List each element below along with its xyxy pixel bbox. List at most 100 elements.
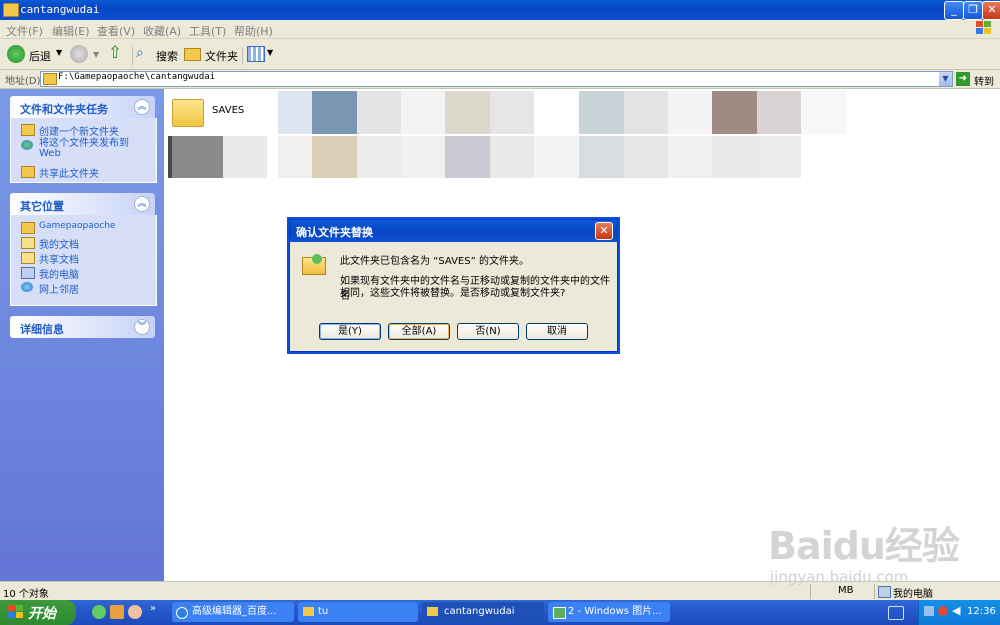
place-label: Gamepaopaoche (39, 221, 116, 231)
create-folder-link[interactable]: 创建一个新文件夹 (21, 123, 151, 138)
file-thumbnail[interactable] (445, 91, 490, 134)
folders-button[interactable]: 文件夹 (184, 43, 240, 65)
file-thumbnail[interactable] (579, 91, 624, 134)
menu-file[interactable]: 文件(F) (6, 23, 43, 39)
menu-favorites[interactable]: 收藏(A) (143, 23, 181, 39)
place-network[interactable]: 网上邻居 (21, 281, 151, 296)
file-thumbnail[interactable] (757, 91, 801, 134)
search-label: 搜索 (156, 50, 178, 63)
forward-button[interactable] (70, 45, 88, 63)
tasks-panel-header[interactable]: 文件和文件夹任务 ︽ (10, 96, 155, 118)
file-thumbnail[interactable] (168, 136, 227, 178)
details-panel-header[interactable]: 详细信息 ︾ (10, 316, 155, 338)
system-tray: ◀ 12:36 (918, 600, 1000, 625)
file-thumbnail[interactable] (223, 136, 267, 178)
share-folder-link[interactable]: 共享此文件夹 (21, 165, 151, 180)
collapse-chevron-icon[interactable]: ︽ (134, 99, 150, 115)
file-thumbnail[interactable] (445, 136, 490, 178)
dialog-title-bar[interactable]: 确认文件夹替换 ✕ (290, 220, 617, 242)
folder-icon (172, 99, 204, 127)
security-icon[interactable] (938, 606, 948, 616)
publish-web-label: 将这个文件夹发布到Web (39, 138, 129, 159)
file-thumbnail[interactable] (624, 91, 668, 134)
back-button[interactable]: 后退 ▼ (4, 43, 66, 65)
file-thumbnail[interactable] (757, 136, 801, 178)
views-button[interactable]: ▼ (247, 45, 273, 63)
quicklaunch-icon[interactable] (110, 605, 124, 619)
file-thumbnail[interactable] (624, 136, 668, 178)
quicklaunch-expand-icon[interactable]: » (150, 603, 156, 614)
saves-folder-item[interactable]: SAVES (168, 93, 268, 133)
address-input[interactable]: F:\Gamepaopaoche\cantangwudai ▼ (40, 71, 953, 87)
dialog-close-button[interactable]: ✕ (595, 222, 613, 240)
close-button[interactable]: ✕ (982, 1, 1000, 20)
file-thumbnail[interactable] (668, 91, 712, 134)
quicklaunch-icon[interactable] (92, 605, 106, 619)
menu-bar: 文件(F) 编辑(E) 查看(V) 收藏(A) 工具(T) 帮助(H) (0, 20, 1000, 39)
tasks-panel-title: 文件和文件夹任务 (20, 103, 108, 116)
taskbar-item-label: 2 - Windows 图片... (568, 606, 662, 617)
place-shared-documents[interactable]: 共享文档 (21, 251, 151, 266)
baidu-watermark-logo: Baidu经验 (768, 524, 960, 568)
cancel-button[interactable]: 取消 (526, 323, 588, 340)
title-bar[interactable]: cantangwudai _ ❐ ✕ (0, 0, 1000, 20)
file-thumbnail[interactable] (312, 136, 357, 178)
quicklaunch-icon[interactable] (128, 605, 142, 619)
start-label: 开始 (28, 606, 56, 622)
address-dropdown-button[interactable]: ▼ (939, 72, 952, 86)
keyboard-icon[interactable] (888, 606, 904, 620)
up-folder-button[interactable]: ⇧ (108, 44, 126, 62)
file-thumbnail[interactable] (312, 91, 357, 134)
file-thumbnail[interactable] (357, 91, 401, 134)
yes-to-all-button[interactable]: 全部(A) (388, 323, 450, 340)
menu-help[interactable]: 帮助(H) (234, 23, 273, 39)
file-thumbnail[interactable] (534, 136, 579, 178)
file-thumbnail[interactable] (801, 91, 846, 134)
place-my-computer[interactable]: 我的电脑 (21, 266, 151, 281)
place-label: 共享文档 (39, 255, 79, 266)
dialog-title: 确认文件夹替换 (296, 226, 373, 239)
file-thumbnail[interactable] (668, 136, 712, 178)
menu-tools[interactable]: 工具(T) (189, 23, 226, 39)
folder-icon (3, 3, 19, 17)
taskbar-item-label: 高级编辑器_百度... (192, 606, 277, 617)
yes-button[interactable]: 是(Y) (319, 323, 381, 340)
menu-view[interactable]: 查看(V) (97, 23, 135, 39)
places-panel-title: 其它位置 (20, 200, 64, 213)
file-thumbnail[interactable] (357, 136, 401, 178)
file-thumbnail[interactable] (278, 136, 312, 178)
place-label: 我的电脑 (39, 270, 79, 281)
file-thumbnail[interactable] (490, 91, 534, 134)
network-icon[interactable] (924, 606, 934, 616)
place-gamepaopaoche[interactable]: Gamepaopaoche (21, 221, 151, 234)
no-button[interactable]: 否(N) (457, 323, 519, 340)
search-icon: ⌕ (136, 45, 144, 61)
maximize-button[interactable]: ❐ (963, 1, 983, 20)
file-thumbnail[interactable] (401, 136, 445, 178)
go-button[interactable]: ➜ 转到 (956, 71, 998, 88)
volume-icon[interactable]: ◀ (952, 604, 960, 617)
folder-name: SAVES (212, 105, 245, 116)
taskbar-item-picture-viewer[interactable]: 2 - Windows 图片... (548, 602, 670, 622)
file-thumbnail[interactable] (401, 91, 445, 134)
place-my-documents[interactable]: 我的文档 (21, 236, 151, 251)
collapse-chevron-icon[interactable]: ︽ (134, 196, 150, 212)
taskbar-item-tu[interactable]: tu (298, 602, 418, 622)
search-button[interactable]: ⌕ 搜索 (136, 43, 180, 65)
start-button[interactable]: 开始 (0, 600, 76, 625)
minimize-button[interactable]: _ (944, 1, 964, 20)
menu-edit[interactable]: 编辑(E) (52, 23, 90, 39)
create-folder-label: 创建一个新文件夹 (39, 127, 119, 138)
places-panel-header[interactable]: 其它位置 ︽ (10, 193, 155, 215)
expand-chevron-icon[interactable]: ︾ (134, 319, 150, 335)
file-thumbnail[interactable] (712, 136, 757, 178)
taskbar-item-cantangwudai[interactable]: cantangwudai (422, 602, 544, 622)
file-thumbnail[interactable] (712, 91, 757, 134)
new-folder-icon (21, 124, 35, 136)
toolbar-separator (242, 47, 243, 65)
taskbar-item-editor[interactable]: 高级编辑器_百度... (172, 602, 294, 622)
publish-web-link[interactable]: 将这个文件夹发布到Web (21, 139, 151, 161)
file-thumbnail[interactable] (490, 136, 534, 178)
file-thumbnail[interactable] (579, 136, 624, 178)
share-folder-label: 共享此文件夹 (39, 169, 99, 180)
